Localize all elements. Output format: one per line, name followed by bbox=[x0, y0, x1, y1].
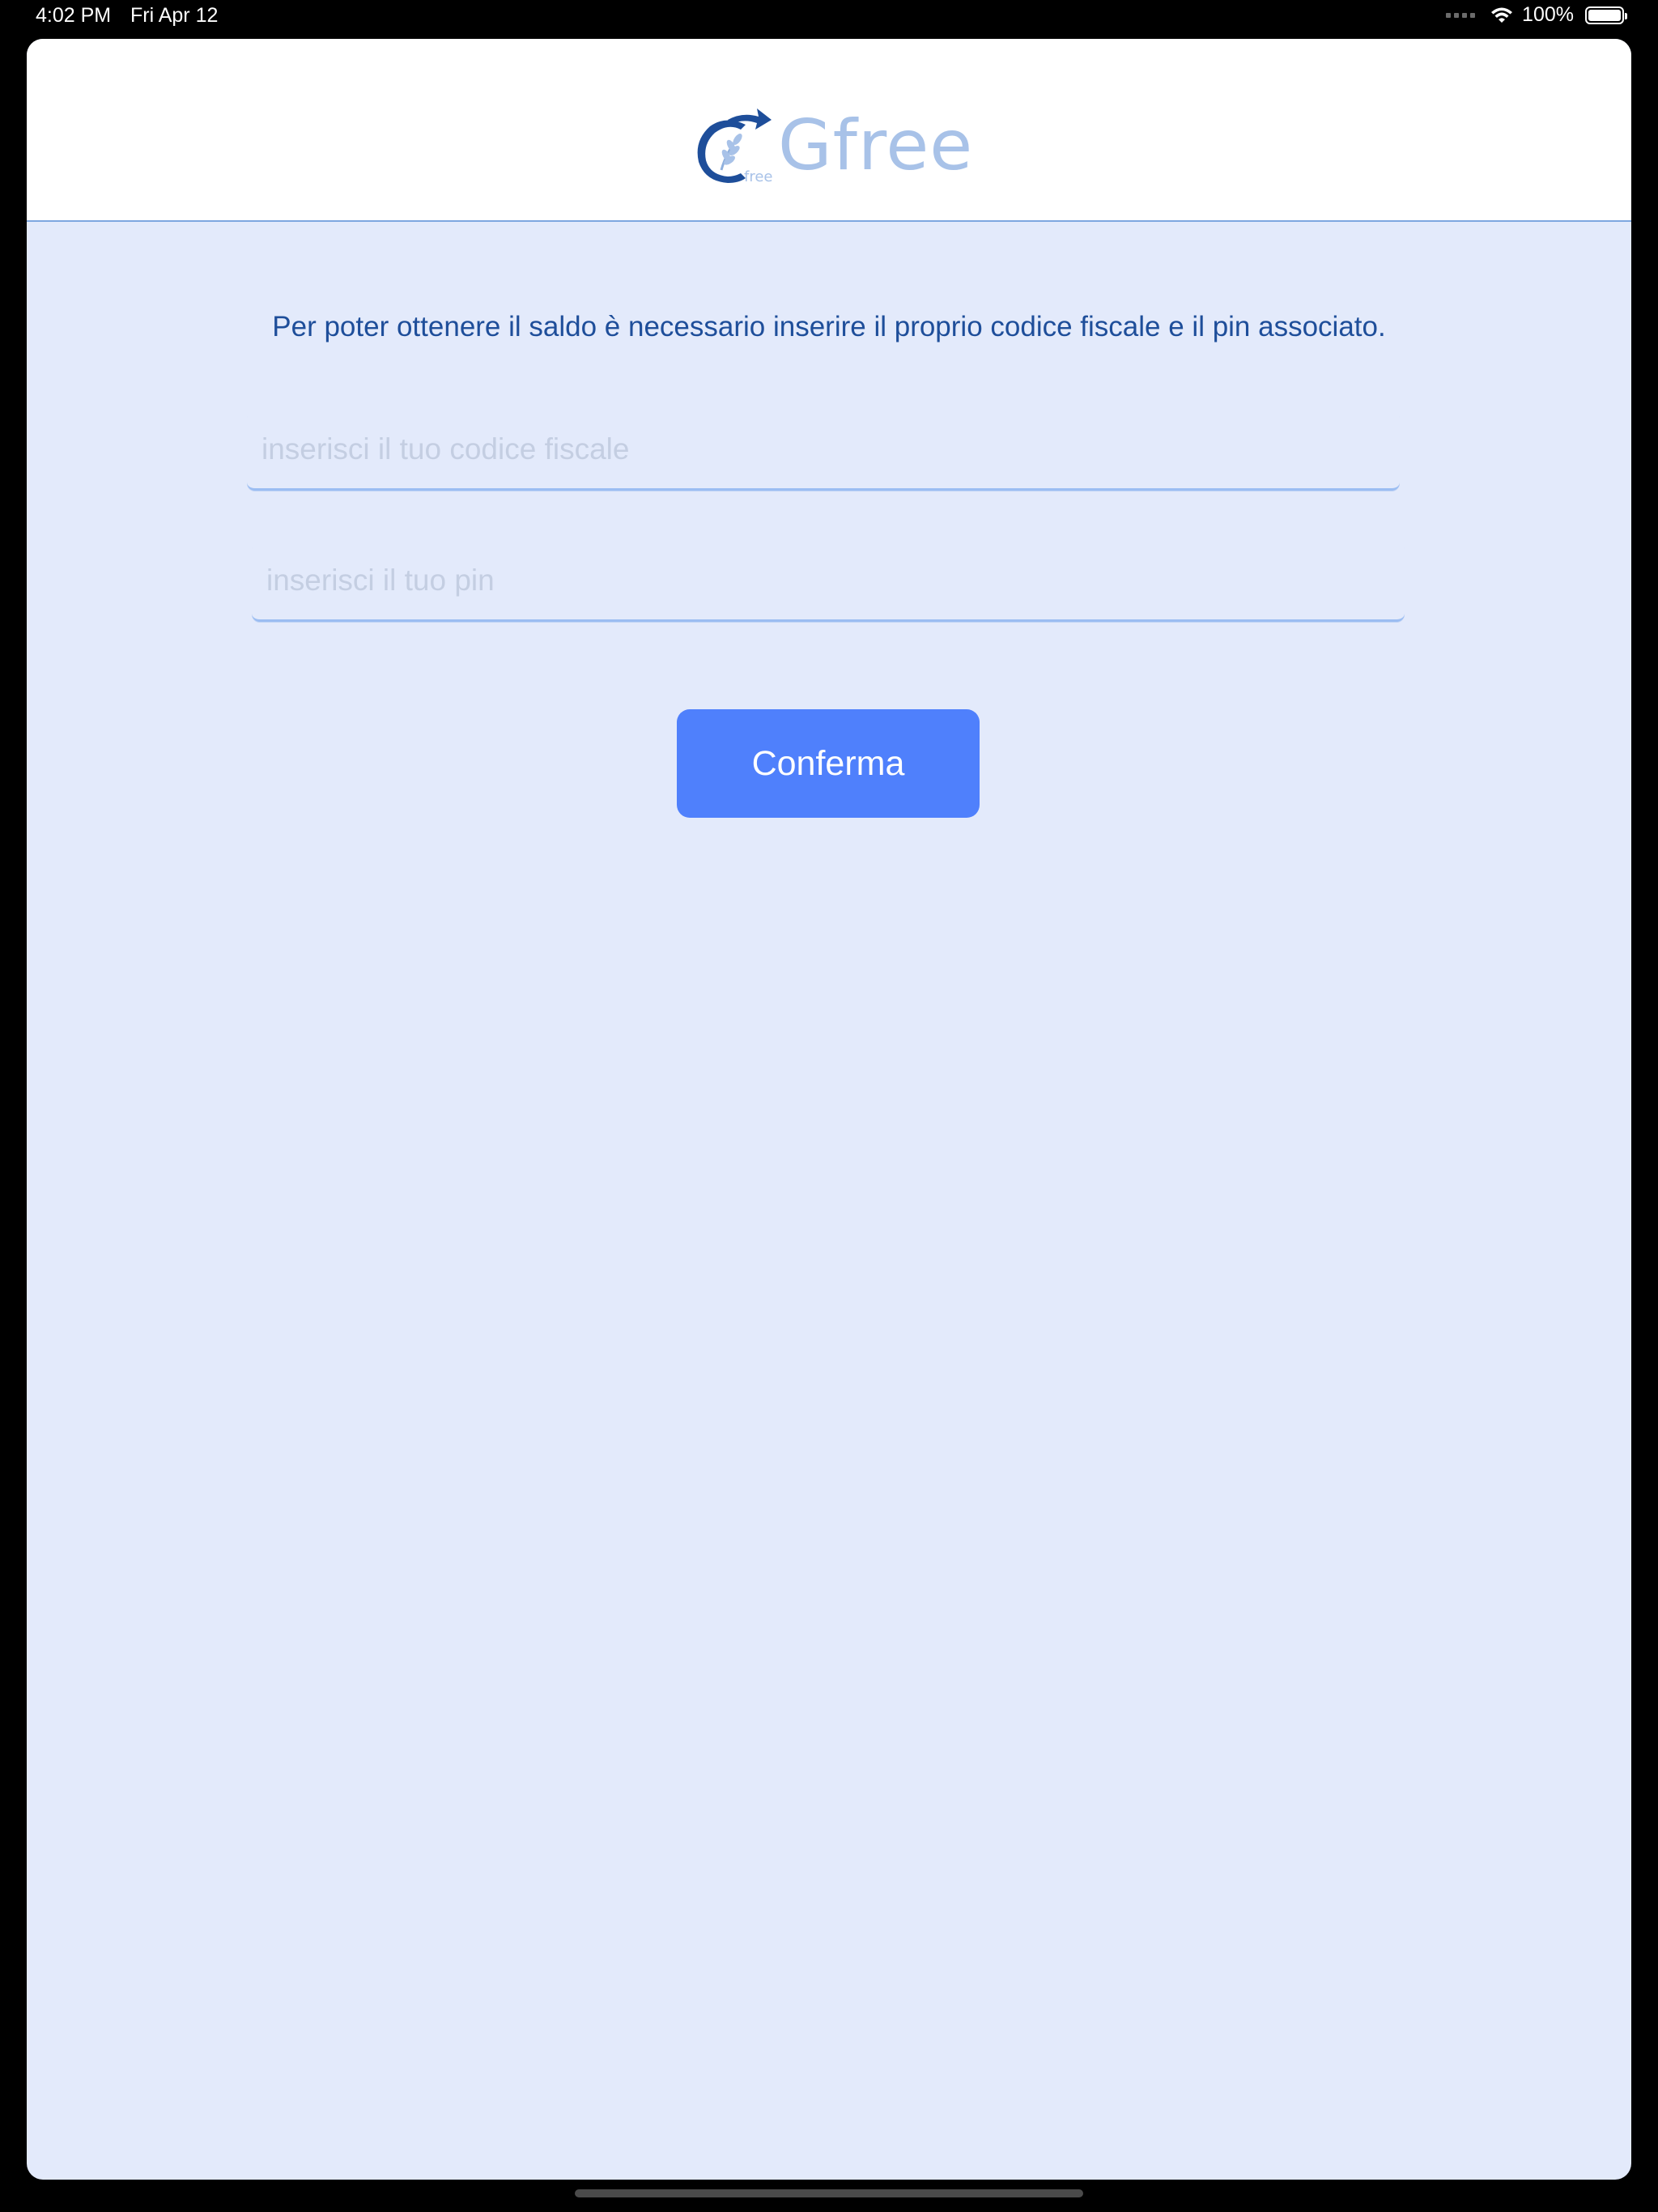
confirm-button[interactable]: Conferma bbox=[677, 709, 980, 818]
gfree-logo: free Gfree bbox=[689, 100, 973, 191]
app-header: free Gfree bbox=[27, 39, 1631, 222]
battery-fill bbox=[1588, 9, 1621, 21]
pin-input[interactable] bbox=[252, 541, 1405, 619]
instruction-text: Per poter ottenere il saldo è necessario… bbox=[272, 311, 1386, 342]
wifi-icon bbox=[1491, 7, 1513, 23]
codice-fiscale-input[interactable] bbox=[247, 410, 1400, 488]
battery-icon bbox=[1585, 6, 1627, 24]
device-frame: 4:02 PM Fri Apr 12 100% free Gfree Per p… bbox=[0, 0, 1658, 2212]
battery-percent: 100% bbox=[1522, 3, 1574, 26]
app-screen: free Gfree Per poter ottenere il saldo è… bbox=[27, 39, 1631, 2180]
logo-mark-text: free bbox=[744, 168, 773, 185]
codice-fiscale-field[interactable] bbox=[247, 410, 1400, 491]
home-indicator[interactable] bbox=[575, 2189, 1083, 2197]
logo-text: Gfree bbox=[778, 105, 974, 186]
status-indicators: 100% bbox=[1446, 3, 1627, 27]
pin-field[interactable] bbox=[252, 541, 1405, 622]
status-date: Fri Apr 12 bbox=[130, 4, 219, 27]
status-bar: 4:02 PM Fri Apr 12 100% bbox=[0, 0, 1658, 36]
status-time: 4:02 PM bbox=[36, 4, 112, 27]
cellular-icon bbox=[1446, 12, 1476, 18]
logo-mark-icon: free bbox=[697, 108, 773, 185]
